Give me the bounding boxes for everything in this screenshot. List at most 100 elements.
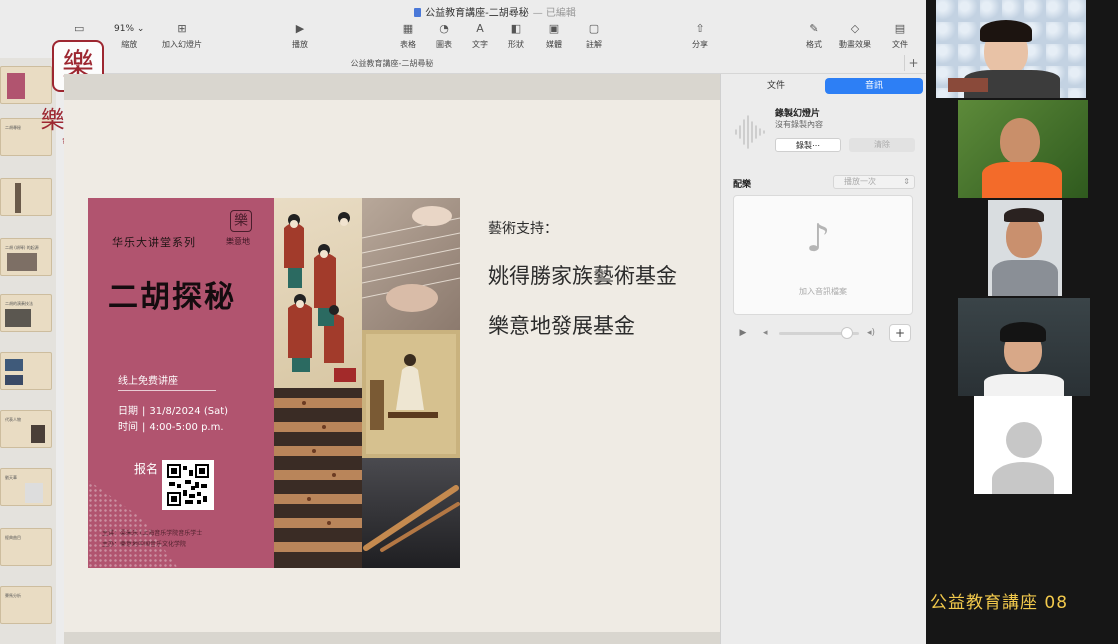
music-note-icon: ♪ xyxy=(806,216,831,260)
participant-hair xyxy=(980,20,1032,42)
add-slide-icon: ⊞ xyxy=(177,22,187,35)
thumbnail-image xyxy=(31,425,45,443)
sponsor-heading: 藝術支持： xyxy=(488,221,558,237)
poster-guzheng-photo xyxy=(362,198,460,330)
tab-audio[interactable]: 音訊 xyxy=(825,78,923,94)
sponsor-2: 樂意地發展基金 xyxy=(488,314,635,338)
lecture-poster[interactable]: 华乐大讲堂系列 樂 樂意地 二胡探秘 线上免费讲座 日期 | 31/8/2024 (… xyxy=(88,198,460,568)
slide-canvas[interactable]: 华乐大讲堂系列 樂 樂意地 二胡探秘 线上免费讲座 日期 | 31/8/2024 (… xyxy=(64,74,720,644)
qr-code-icon xyxy=(162,460,214,510)
poster-scholar-painting xyxy=(362,330,460,458)
volume-slider-knob[interactable] xyxy=(841,327,853,339)
participant-face xyxy=(1000,118,1040,164)
thumbnail-image xyxy=(15,183,21,213)
poster-signup-label: 报名 xyxy=(134,462,159,476)
slide-thumbnail-5[interactable]: 二胡的演奏技法 xyxy=(0,294,52,332)
poster-seal-name: 樂意地 xyxy=(226,237,250,246)
media-icon: ▣ xyxy=(548,22,560,35)
participant-body xyxy=(982,162,1062,198)
shape-button[interactable]: ◧ 形狀 xyxy=(508,22,524,50)
tab-document[interactable]: 文件 xyxy=(727,78,825,94)
document-button[interactable]: ▤ 文件 xyxy=(892,22,908,50)
poster-erhu-photo xyxy=(274,388,362,568)
audio-player: ▶ ◂ ◂) + xyxy=(733,324,913,342)
poster-divider xyxy=(118,390,216,391)
participant-body xyxy=(984,374,1064,396)
share-icon: ⇧ xyxy=(695,22,705,35)
soundtrack-mode-select[interactable]: 播放一次 ⇕ xyxy=(833,175,915,189)
add-audio-hint: 加入音訊檔案 xyxy=(799,287,847,296)
table-button[interactable]: ▦ 表格 xyxy=(400,22,416,50)
lecture-caption: 公益教育講座 08 xyxy=(930,593,1069,613)
thumbnail-image xyxy=(5,309,31,327)
add-tab-button[interactable]: + xyxy=(904,55,922,71)
play-button[interactable]: ▶ 播放 xyxy=(292,22,308,50)
slide-thumbnail-3[interactable] xyxy=(0,178,52,216)
animate-icon: ◇ xyxy=(850,22,860,35)
document-icon xyxy=(414,8,422,17)
format-icon: ✎ xyxy=(809,22,819,35)
poster-flute-photo xyxy=(362,458,460,568)
slide-thumbnail-6[interactable] xyxy=(0,352,52,390)
poster-time-row: 时间 | 4:00-5:00 p.m. xyxy=(118,422,224,433)
participant-tile-5[interactable] xyxy=(974,396,1072,494)
poster-painting-image xyxy=(274,198,362,388)
inspector-tabs: 文件 音訊 xyxy=(727,78,923,94)
view-button[interactable]: ▭ xyxy=(74,22,84,36)
thumbnail-image xyxy=(5,359,23,371)
current-slide[interactable]: 华乐大讲堂系列 樂 樂意地 二胡探秘 线上免费讲座 日期 | 31/8/2024 (… xyxy=(64,100,720,632)
poster-date-row: 日期 | 31/8/2024 (Sat) xyxy=(118,406,229,417)
clear-button[interactable]: 清除 xyxy=(849,138,915,152)
play-icon[interactable]: ▶ xyxy=(733,324,753,342)
record-status: 沒有錄製內容 xyxy=(775,120,823,129)
slide-thumbnail-4[interactable]: 二胡 (胡琴) 的起源 xyxy=(0,238,52,276)
volume-high-icon: ◂) xyxy=(867,328,876,338)
slide-thumbnail-9[interactable]: 經典曲目 xyxy=(0,528,52,566)
volume-low-icon: ◂ xyxy=(763,328,768,338)
participant-hair xyxy=(1004,208,1044,222)
text-button[interactable]: A 文字 xyxy=(472,22,488,50)
document-panel-icon: ▤ xyxy=(894,22,906,35)
participant-hair xyxy=(1000,322,1046,342)
sidebar-icon: ▭ xyxy=(74,22,85,35)
record-button[interactable]: 錄製⋯ xyxy=(775,138,841,152)
soundtrack-dropzone[interactable]: ♪ 加入音訊檔案 xyxy=(733,195,913,315)
held-object xyxy=(948,78,988,92)
poster-free-lecture: 线上免费讲座 xyxy=(118,376,178,387)
record-slideshow-title: 錄製幻燈片 xyxy=(775,109,821,119)
poster-info-panel: 华乐大讲堂系列 樂 樂意地 二胡探秘 线上免费讲座 日期 | 31/8/2024 (… xyxy=(88,198,274,568)
document-subtitle: 公益教育講座-二胡尋秘 xyxy=(350,59,434,68)
animate-button[interactable]: ◇ 動畫效果 xyxy=(839,22,871,50)
audio-inspector: 文件 音訊 錄製幻燈片 沒有錄製內容 錄製⋯ 清除 配樂 播放一次 ⇕ ♪ 加入… xyxy=(720,74,926,644)
sponsor-1: 姚得勝家族藝術基金 xyxy=(488,264,677,288)
participant-body xyxy=(992,260,1058,296)
slide-thumbnail-10[interactable]: 賽馬分析 xyxy=(0,586,52,624)
zoom-value: 91% ⌄ xyxy=(114,24,145,34)
chart-button[interactable]: ◔ 圖表 xyxy=(436,22,452,50)
chevron-updown-icon: ⇕ xyxy=(903,177,910,186)
format-button[interactable]: ✎ 格式 xyxy=(806,22,822,50)
media-button[interactable]: ▣ 媒體 xyxy=(546,22,562,50)
chart-icon: ◔ xyxy=(439,22,449,35)
text-icon: A xyxy=(476,22,484,35)
video-call-gallery xyxy=(926,0,1118,644)
shape-icon: ◧ xyxy=(510,22,522,35)
window-title: 公益教育講座-二胡尋秘 — 已編輯 xyxy=(64,4,926,19)
slide-thumbnail-7[interactable]: 代表人物 xyxy=(0,410,52,448)
share-button[interactable]: ⇧ 分享 xyxy=(692,22,708,50)
soundtrack-label: 配樂 xyxy=(733,180,752,190)
slide-thumbnail-8[interactable]: 劉天華 xyxy=(0,468,52,506)
participant-tile-4[interactable] xyxy=(958,298,1090,396)
poster-main-title: 二胡探秘 xyxy=(108,280,236,315)
thumbnail-image xyxy=(7,253,37,271)
participant-tile-3[interactable] xyxy=(988,200,1062,296)
participant-tile-2[interactable] xyxy=(958,100,1088,198)
thumbnail-image xyxy=(5,375,23,385)
comment-button[interactable]: ▢ 註解 xyxy=(586,22,602,50)
participant-tile-1[interactable] xyxy=(936,0,1086,98)
waveform-icon xyxy=(735,115,765,149)
add-slide-button[interactable]: ⊞ 加入幻燈片 xyxy=(162,22,202,50)
poster-series: 华乐大讲堂系列 xyxy=(112,236,196,249)
avatar-head-icon xyxy=(1006,422,1042,458)
add-audio-button[interactable]: + xyxy=(889,324,911,342)
